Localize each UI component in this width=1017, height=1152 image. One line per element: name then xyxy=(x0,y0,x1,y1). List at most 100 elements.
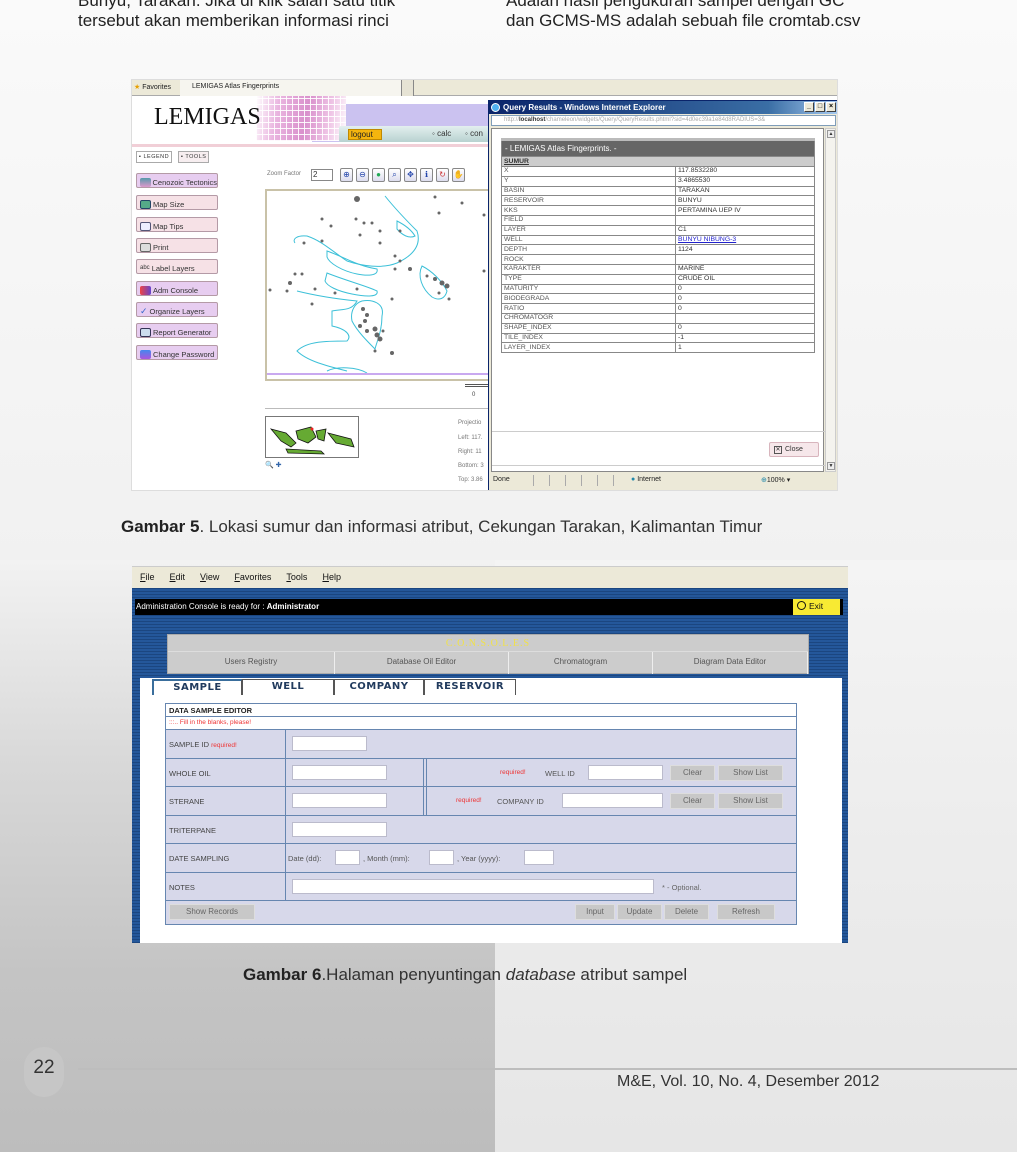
vertical-scrollbar[interactable]: ▲ ▼ xyxy=(825,128,836,472)
well-point xyxy=(361,307,365,311)
sterane-input[interactable] xyxy=(292,793,387,808)
zoom-box-icon[interactable]: ⌕ xyxy=(388,168,401,182)
tool-label-layers[interactable]: abc Label Layers xyxy=(136,259,218,274)
menu-tools[interactable]: Tools xyxy=(286,572,307,588)
nav-users-registry[interactable]: Users Registry xyxy=(168,652,335,674)
tab-tools[interactable]: ▪ TOOLS xyxy=(178,151,210,163)
well-id-input[interactable] xyxy=(588,764,663,780)
company-id-input[interactable] xyxy=(562,793,663,808)
tool-report-generator[interactable]: Report Generator xyxy=(136,323,218,338)
tool-cenozoic-tectonics[interactable]: Cenozoic Tectonics xyxy=(136,173,218,188)
delete-button[interactable]: Delete xyxy=(664,904,709,920)
map-canvas[interactable] xyxy=(265,189,493,381)
tool-map-size[interactable]: Map Size xyxy=(136,195,218,210)
browser-tab[interactable]: LEMIGAS Atlas Fingerprints xyxy=(180,80,402,96)
extent-top: Top: 3.86 xyxy=(458,477,483,483)
exit-button[interactable]: Exit xyxy=(793,599,840,615)
editor-tabs: SAMPLE WELL COMPANY RESERVOIR xyxy=(152,679,516,695)
menu-help[interactable]: Help xyxy=(322,572,341,588)
update-button[interactable]: Update xyxy=(617,904,662,920)
nav-con[interactable]: ◦ con xyxy=(465,129,483,138)
overview-map[interactable] xyxy=(265,416,359,458)
refresh-button[interactable]: Refresh xyxy=(717,904,775,920)
ie-icon xyxy=(491,103,500,112)
show-list-well-button[interactable]: Show List xyxy=(718,764,783,781)
well-point xyxy=(437,291,441,295)
zoom-in-icon[interactable]: ⊕ xyxy=(340,168,353,182)
tab-reservoir[interactable]: RESERVOIR xyxy=(424,679,516,695)
tool-map-tips[interactable]: Map Tips xyxy=(136,217,218,232)
zoom-factor-input[interactable]: 2 xyxy=(311,169,333,181)
well-link[interactable]: BUNYU NIBUNG-3 xyxy=(678,236,736,243)
menu-edit[interactable]: Edit xyxy=(170,572,186,588)
logout-button[interactable]: logout xyxy=(348,129,382,140)
tool-adm-console[interactable]: Adm Console xyxy=(136,281,218,296)
tool-print[interactable]: Print xyxy=(136,238,218,253)
zoom-level[interactable]: ⊕100% ▾ xyxy=(761,476,790,484)
query-row: WELL BUNYU NIBUNG-3 xyxy=(501,234,815,246)
tool-organize-layers[interactable]: ✓ Organize Layers xyxy=(136,302,218,317)
query-row: KARAKTER MARINE xyxy=(501,263,815,275)
scroll-down-arrow[interactable]: ▼ xyxy=(827,462,835,470)
field-name: CHROMATOGR xyxy=(501,312,676,324)
month-mm-input[interactable] xyxy=(429,850,454,865)
tab-legend[interactable]: ▪ LEGEND xyxy=(136,151,173,163)
menu-file[interactable]: File xyxy=(140,572,155,588)
identify-icon[interactable]: ℹ xyxy=(420,168,433,182)
show-list-company-button[interactable]: Show List xyxy=(718,793,783,809)
zoom-out-icon[interactable]: ⊖ xyxy=(356,168,369,182)
minimize-button[interactable]: _ xyxy=(804,102,814,112)
sample-id-input[interactable] xyxy=(292,736,367,751)
query-row: MATURITY 0 xyxy=(501,283,815,295)
landmass xyxy=(326,432,355,448)
nav-diagram-data-editor[interactable]: Diagram Data Editor xyxy=(653,652,808,674)
query-row: FIELD xyxy=(501,214,815,226)
field-value: 0 xyxy=(675,293,815,305)
tool-change-password[interactable]: Change Password xyxy=(136,345,218,360)
query-row: BASIN TARAKAN xyxy=(501,185,815,197)
clear-well-button[interactable]: Clear xyxy=(670,764,715,781)
show-records-button[interactable]: Show Records xyxy=(169,904,255,920)
address-prefix: http:// xyxy=(504,117,520,123)
pan-icon[interactable]: ✥ xyxy=(404,168,417,182)
refresh-icon[interactable]: ↻ xyxy=(436,168,449,182)
scroll-up-arrow[interactable]: ▲ xyxy=(827,130,835,138)
menu-view[interactable]: View xyxy=(200,572,219,588)
tab-well[interactable]: WELL xyxy=(242,679,334,695)
map-features xyxy=(268,195,486,374)
tab-sample[interactable]: SAMPLE xyxy=(152,679,242,695)
clear-company-button[interactable]: Clear xyxy=(670,793,715,809)
nav-calc[interactable]: ◦ calc xyxy=(432,129,451,138)
well-point xyxy=(378,241,382,245)
browser-tab-empty[interactable] xyxy=(402,80,414,96)
address-bar[interactable]: http://localhost/chameleon/widgets/Query… xyxy=(491,115,836,126)
input-button[interactable]: Input xyxy=(575,904,615,920)
divider xyxy=(265,408,493,409)
maximize-button[interactable]: □ xyxy=(815,102,825,112)
field-name: TILE_INDEX xyxy=(501,332,676,344)
year-yyyy-input[interactable] xyxy=(524,850,554,865)
nav-con-label: con xyxy=(470,129,483,138)
well-point xyxy=(355,287,359,291)
close-window-button[interactable]: × xyxy=(826,102,836,112)
body-line: dan GCMS-MS adalah sebuah file cromtab.c… xyxy=(506,11,861,30)
extent-bottom: Bottom: 3 xyxy=(458,463,484,469)
landmass xyxy=(269,428,297,448)
hand-icon[interactable]: ✋ xyxy=(452,168,465,182)
menu-favorites[interactable]: Favorites xyxy=(234,572,271,588)
window-titlebar[interactable]: Query Results - Windows Internet Explore… xyxy=(489,101,837,114)
triterpane-input[interactable] xyxy=(292,821,387,837)
date-dd-input[interactable] xyxy=(335,850,360,865)
query-row: Y 3.4865530 xyxy=(501,175,815,187)
notes-input[interactable] xyxy=(292,878,654,894)
month-mm-label: , Month (mm): xyxy=(363,854,410,863)
nav-database-oil-editor[interactable]: Database Oil Editor xyxy=(335,652,509,674)
figure-6-caption: Gambar 6.Halaman penyuntingan database a… xyxy=(243,965,687,985)
nav-chromatogram[interactable]: Chromatogram xyxy=(509,652,653,674)
favorites-button[interactable]: ★ Favorites xyxy=(134,83,171,91)
close-button[interactable]: ✕ Close xyxy=(769,442,819,457)
full-extent-icon[interactable]: ● xyxy=(372,168,385,182)
whole-oil-input[interactable] xyxy=(292,764,387,780)
tab-company[interactable]: COMPANY xyxy=(334,679,424,695)
overview-tools[interactable]: 🔍 ✚ xyxy=(265,461,282,469)
